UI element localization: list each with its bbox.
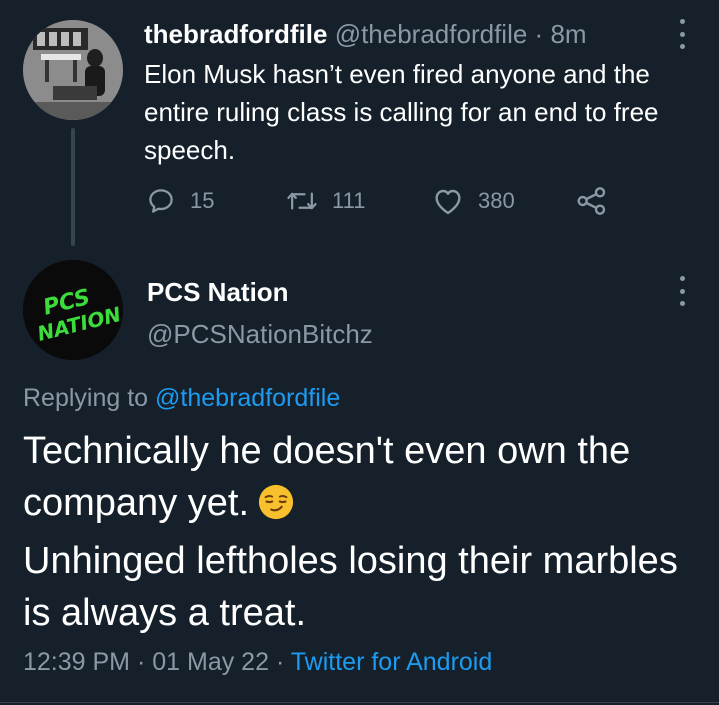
tweet1-separator: ·: [534, 19, 544, 49]
tweet2-meta: 12:39 PM · 01 May 22 · Twitter for Andro…: [23, 645, 492, 679]
tweet2-text-line2: Unhinged leftholes losing their marbles …: [23, 540, 678, 634]
retweet-icon: [287, 192, 317, 210]
heart-icon: [435, 189, 461, 215]
tweet2-time[interactable]: 12:39 PM: [23, 648, 130, 676]
tweet2-text: Technically he doesn't even own the comp…: [23, 425, 703, 639]
replying-prefix: Replying to: [23, 384, 149, 412]
share-button[interactable]: [576, 184, 608, 218]
more-options-icon[interactable]: [674, 276, 690, 306]
tweet2-date[interactable]: 01 May 22: [152, 648, 269, 676]
more-options-icon[interactable]: [674, 19, 690, 49]
tweet1-header: thebradfordfile @thebradfordfile · 8m: [144, 17, 587, 51]
replying-to-line: Replying to @thebradfordfile: [23, 381, 340, 415]
smirking-face-emoji: [257, 483, 295, 535]
bottom-divider: [0, 702, 719, 703]
tweet2-display-name[interactable]: PCS Nation: [147, 276, 289, 308]
retweet-button[interactable]: 111: [286, 184, 365, 218]
tweet2-separator2: ·: [275, 648, 285, 676]
retweet-count: 111: [332, 188, 366, 213]
tweet2-separator1: ·: [136, 648, 146, 676]
reply-icon: [149, 189, 173, 213]
tweet2-text-line1: Technically he doesn't even own the comp…: [23, 430, 631, 524]
thread-connector-line: [71, 128, 75, 246]
share-icon: [577, 187, 606, 215]
replying-to-link[interactable]: @thebradfordfile: [155, 384, 340, 412]
avatar-thebradfordfile[interactable]: [23, 20, 123, 120]
tweet1-display-name[interactable]: thebradfordfile: [144, 19, 327, 49]
avatar-image: [23, 20, 123, 120]
tweet1-text: Elon Musk hasn’t even fired anyone and t…: [144, 59, 659, 165]
like-count: 380: [478, 188, 515, 213]
avatar-logo: PCS NATION: [23, 260, 123, 360]
tweet1-handle[interactable]: @thebradfordfile: [335, 19, 528, 49]
reply-count: 15: [190, 188, 215, 213]
reply-button[interactable]: 15: [146, 184, 214, 218]
tweet2-source[interactable]: Twitter for Android: [291, 648, 492, 676]
like-button[interactable]: 380: [432, 184, 515, 218]
avatar-pcs-nation[interactable]: PCS NATION: [23, 260, 123, 360]
tweet1-time-ago[interactable]: 8m: [550, 19, 586, 49]
tweet2-handle[interactable]: @PCSNationBitchz: [147, 318, 373, 350]
